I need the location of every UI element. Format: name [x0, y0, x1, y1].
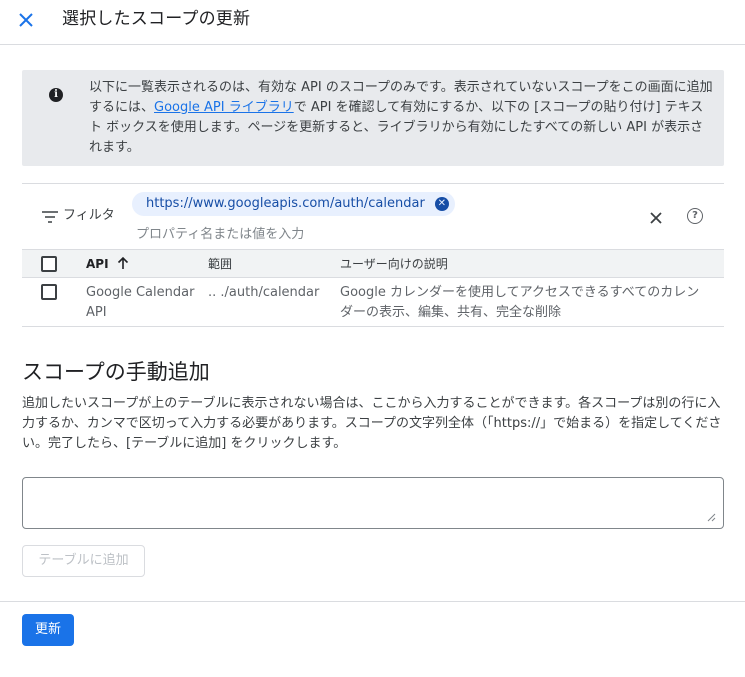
sort-ascending-icon[interactable] [117, 256, 129, 270]
filter-label: フィルタ [63, 208, 115, 223]
column-header-description: ユーザー向けの説明 [340, 257, 448, 271]
filter-chip-label: https://www.googleapis.com/auth/calendar [146, 196, 425, 211]
dialog-header: 選択したスコープの更新 [0, 0, 745, 45]
filter-bar: フィルタ https://www.googleapis.com/auth/cal… [22, 183, 724, 249]
manual-add-description: 追加したいスコープが上のテーブルに表示されない場合は、ここから入力することができ… [22, 396, 722, 451]
row-api-name: Google Calendar API [86, 285, 195, 320]
column-header-api[interactable]: API [86, 256, 109, 272]
close-icon[interactable] [14, 8, 38, 32]
footer-divider [0, 601, 745, 602]
scopes-table: API 範囲 ユーザー向けの説明 Google Calendar API .. … [22, 249, 724, 327]
page-title: 選択したスコープの更新 [62, 9, 251, 29]
table-header: API 範囲 ユーザー向けの説明 [22, 249, 724, 278]
column-header-scope: 範囲 [208, 257, 233, 271]
row-description: Google カレンダーを使用してアクセスできるすべてのカレンダーの表示、編集、… [340, 285, 700, 320]
resize-grip-icon[interactable] [706, 512, 716, 522]
update-button[interactable]: 更新 [22, 614, 74, 646]
info-text: 以下に一覧表示されるのは、有効な API のスコープのみです。表示されていないス… [89, 78, 714, 158]
table-row: Google Calendar API .. ./auth/calendar G… [22, 278, 724, 327]
scope-paste-textarea[interactable] [22, 477, 724, 529]
help-icon[interactable]: ? [687, 208, 703, 224]
clear-filter-icon[interactable] [646, 208, 666, 228]
info-icon: i [49, 88, 63, 102]
info-banner: i 以下に一覧表示されるのは、有効な API のスコープのみです。表示されていな… [22, 70, 724, 166]
filter-chip[interactable]: https://www.googleapis.com/auth/calendar… [132, 192, 455, 216]
row-scope: .. ./auth/calendar [208, 285, 320, 300]
filter-icon [42, 211, 58, 223]
manual-add-title: スコープの手動追加 [22, 360, 210, 384]
select-all-checkbox[interactable] [41, 256, 57, 272]
api-library-link[interactable]: Google API ライブラリ [154, 100, 294, 115]
row-checkbox[interactable] [41, 284, 57, 300]
filter-input[interactable] [136, 224, 536, 244]
add-to-table-button[interactable]: テーブルに追加 [22, 545, 145, 577]
chip-remove-icon[interactable]: ✕ [434, 197, 449, 211]
